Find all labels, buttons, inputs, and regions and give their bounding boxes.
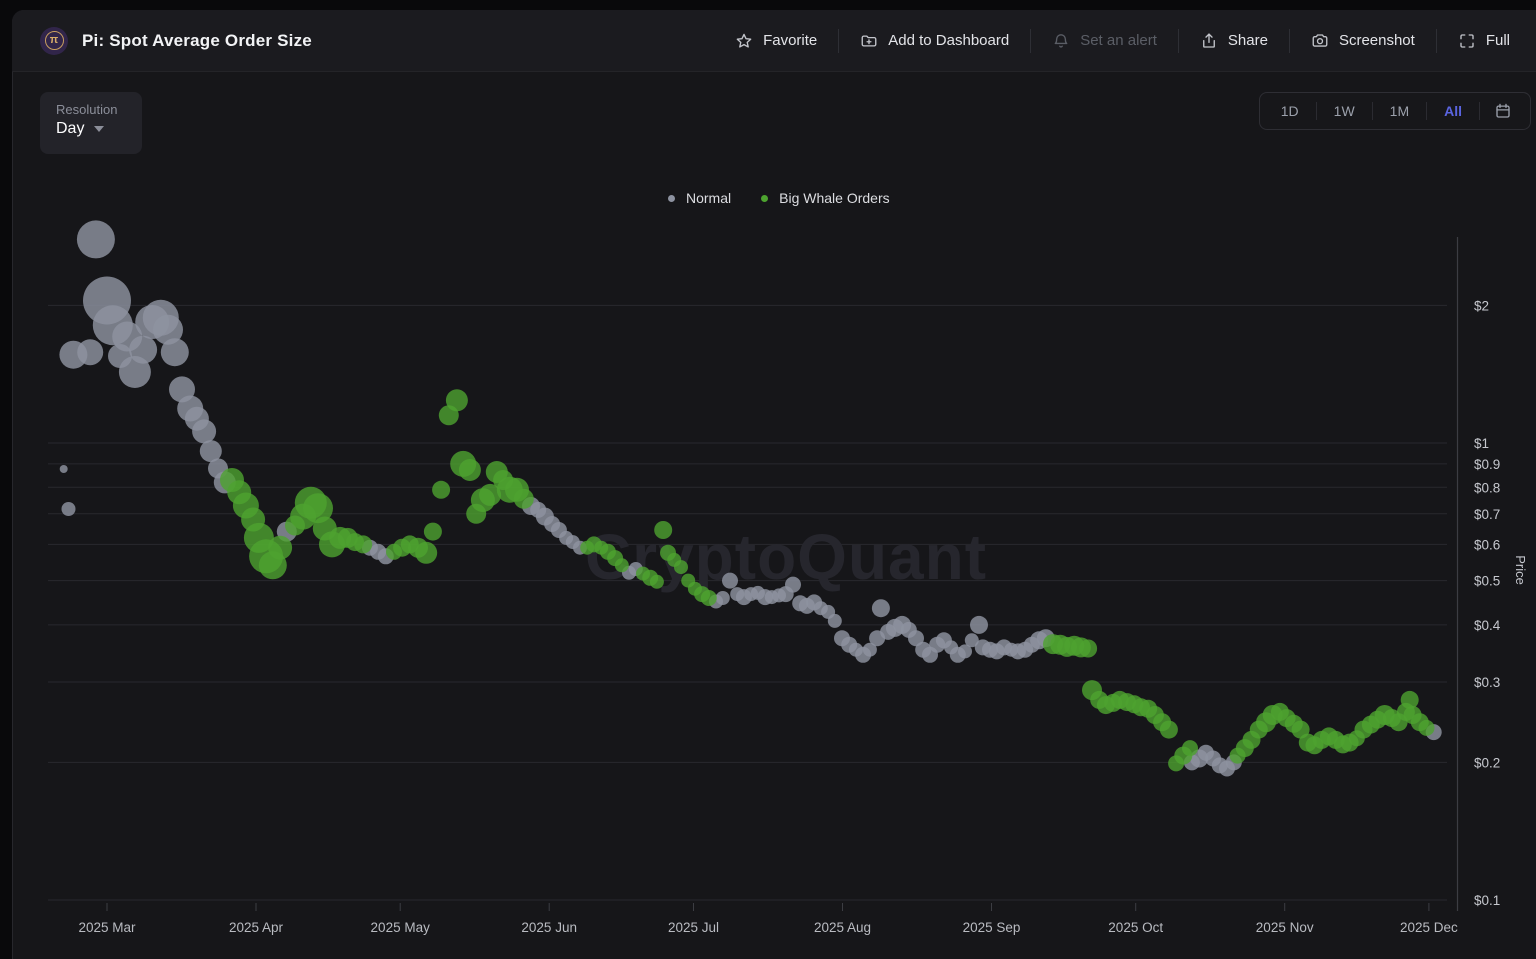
page-title: Pi: Spot Average Order Size [82, 30, 312, 50]
header-left: π Pi: Spot Average Order Size [40, 26, 312, 55]
share-icon [1200, 32, 1218, 50]
action-label: Set an alert [1080, 32, 1157, 49]
chart-panel [12, 10, 1536, 959]
add-to-dashboard-button[interactable]: Add to Dashboard [860, 32, 1009, 50]
range-1d-button[interactable]: 1D [1264, 93, 1316, 129]
action-label: Full [1485, 32, 1510, 49]
set-alert-button[interactable]: Set an alert [1052, 32, 1157, 50]
screenshot-button[interactable]: Screenshot [1311, 32, 1415, 50]
range-1m-button[interactable]: 1M [1373, 93, 1426, 129]
legend-item-big-whale-orders[interactable]: Big Whale Orders [761, 190, 890, 206]
resolution-dropdown[interactable]: Resolution Day [40, 92, 142, 154]
camera-icon [1311, 32, 1329, 50]
favorite-button[interactable]: Favorite [735, 32, 817, 50]
star-icon [735, 32, 753, 50]
header-separator [1177, 28, 1179, 53]
header-separator [1030, 28, 1032, 53]
action-label: Add to Dashboard [888, 32, 1010, 49]
header-separator [838, 28, 840, 53]
resolution-value: Day [56, 120, 126, 138]
calendar-button[interactable] [1480, 93, 1526, 129]
pi-coin-icon: π [40, 26, 68, 55]
normal-dot-icon [668, 194, 675, 202]
full-button[interactable]: Full [1458, 32, 1510, 50]
app-window: CryptoQuant $2 $1 $0.9 $0.8 $0.7 $0.6 $0.5 $0.4 $… [0, 0, 1536, 959]
chevron-down-icon [94, 126, 105, 132]
big-whale-dot-icon [761, 194, 769, 202]
action-label: Screenshot [1338, 32, 1415, 49]
header-separator [1288, 28, 1290, 53]
share-button[interactable]: Share [1200, 32, 1268, 50]
range-selector: 1D 1W 1M All [1258, 92, 1531, 130]
folder-plus-icon [860, 32, 878, 50]
header: π Pi: Spot Average Order Size Favorite Ad… [12, 10, 1536, 72]
bell-icon [1052, 32, 1070, 50]
legend-item-normal[interactable]: Normal [668, 190, 731, 206]
resolution-label: Resolution [56, 102, 118, 117]
action-label: Share [1227, 32, 1268, 49]
header-actions: Favorite Add to Dashboard Set an alert Shar… [735, 28, 1510, 53]
action-label: Favorite [763, 32, 818, 49]
header-separator [1435, 28, 1437, 53]
fullscreen-icon [1458, 32, 1476, 50]
range-1w-button[interactable]: 1W [1317, 93, 1372, 129]
chart-legend: Normal Big Whale Orders [668, 190, 890, 206]
range-all-button[interactable]: All [1427, 93, 1479, 129]
